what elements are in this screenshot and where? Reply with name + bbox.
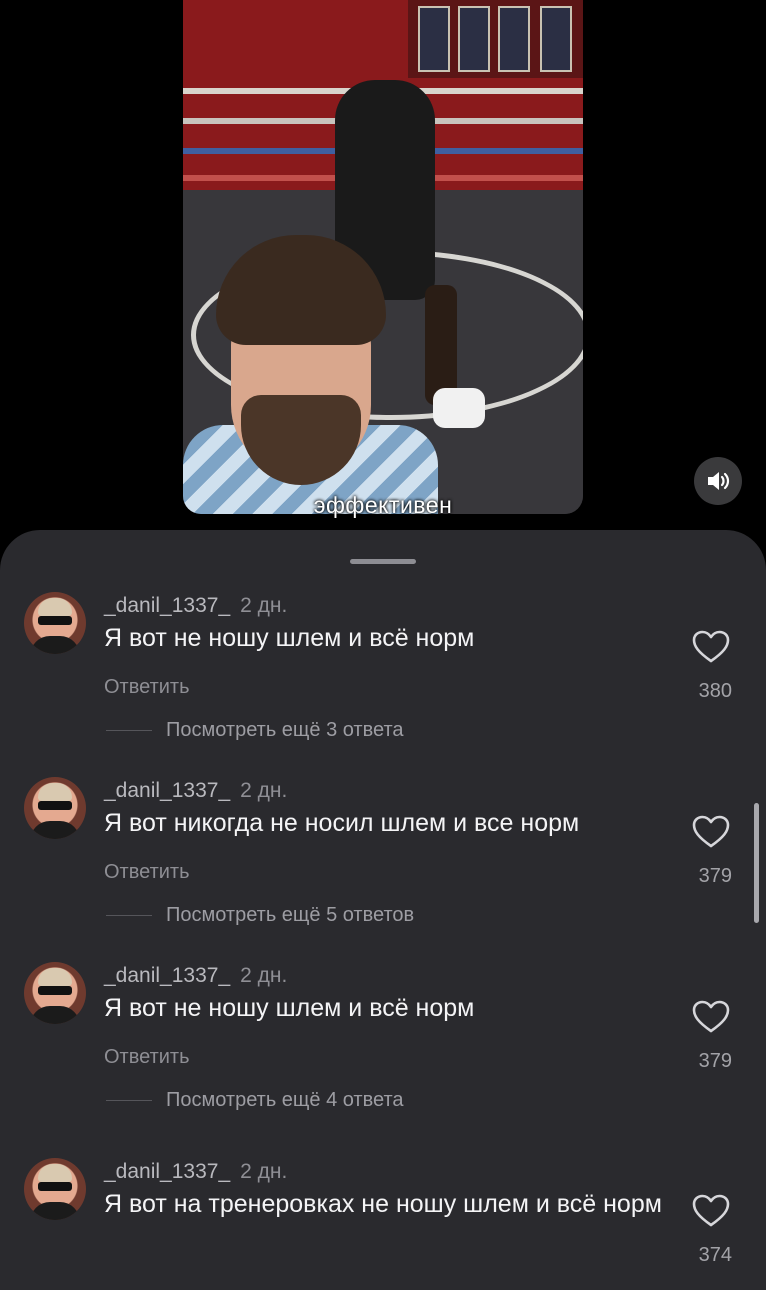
like-count: 379 <box>698 1050 732 1072</box>
poster <box>540 6 572 72</box>
replies-divider <box>106 1100 152 1101</box>
comment-time: 2 дн. <box>240 1160 288 1183</box>
heart-icon <box>692 630 730 663</box>
like-count: 374 <box>698 1244 732 1266</box>
view-more-replies[interactable]: Посмотреть ещё 5 ответов <box>166 904 414 927</box>
comment-text: Я вот на тренеровках не ношу шлем и всё … <box>104 1190 662 1218</box>
hair <box>216 235 386 345</box>
avatar[interactable] <box>24 592 86 654</box>
comment-text: Я вот не ношу шлем и всё норм <box>104 624 475 652</box>
avatar[interactable] <box>24 1158 86 1220</box>
comment-meta: _danil_1337_ 2 дн. <box>104 594 287 618</box>
like-count: 380 <box>698 680 732 702</box>
comment-username[interactable]: _danil_1337_ <box>104 779 230 802</box>
avatar[interactable] <box>24 962 86 1024</box>
comment-meta: _danil_1337_ 2 дн. <box>104 779 287 803</box>
view-more-replies[interactable]: Посмотреть ещё 3 ответа <box>166 719 404 742</box>
reply-button[interactable]: Ответить <box>104 1046 190 1069</box>
comment-username[interactable]: _danil_1337_ <box>104 964 230 987</box>
heart-icon <box>692 1194 730 1227</box>
like-count: 379 <box>698 865 732 887</box>
poster <box>458 6 490 72</box>
like-button[interactable] <box>692 1000 730 1034</box>
reply-button[interactable]: Ответить <box>104 861 190 884</box>
poster <box>498 6 530 72</box>
comment-time: 2 дн. <box>240 964 288 987</box>
like-button[interactable] <box>692 815 730 849</box>
comment-username[interactable]: _danil_1337_ <box>104 594 230 617</box>
like-button[interactable] <box>692 630 730 664</box>
video-player[interactable] <box>183 0 583 514</box>
replies-divider <box>106 915 152 916</box>
sheet-drag-handle[interactable] <box>350 559 416 564</box>
sound-button[interactable] <box>694 457 742 505</box>
comment-username[interactable]: _danil_1337_ <box>104 1160 230 1183</box>
boxer-shoe <box>433 388 485 428</box>
comment-time: 2 дн. <box>240 594 288 617</box>
comment-meta: _danil_1337_ 2 дн. <box>104 964 287 988</box>
scrollbar[interactable] <box>754 803 759 923</box>
poster <box>418 6 450 72</box>
comments-sheet: _danil_1337_ 2 дн. Я вот не ношу шлем и в… <box>0 530 766 1290</box>
comment-meta: _danil_1337_ 2 дн. <box>104 1160 287 1184</box>
facecam-overlay <box>183 235 438 514</box>
avatar[interactable] <box>24 777 86 839</box>
comment-text: Я вот не ношу шлем и всё норм <box>104 994 475 1022</box>
replies-divider <box>106 730 152 731</box>
comment-text: Я вот никогда не носил шлем и все норм <box>104 809 580 837</box>
comment-time: 2 дн. <box>240 779 288 802</box>
heart-icon <box>692 1000 730 1033</box>
view-more-replies[interactable]: Посмотреть ещё 4 ответа <box>166 1089 404 1112</box>
reply-button[interactable]: Ответить <box>104 676 190 699</box>
like-button[interactable] <box>692 1194 730 1228</box>
speaker-icon <box>708 472 730 490</box>
heart-icon <box>692 815 730 848</box>
wall-posters <box>408 0 583 78</box>
video-caption: эффективен <box>313 492 453 518</box>
